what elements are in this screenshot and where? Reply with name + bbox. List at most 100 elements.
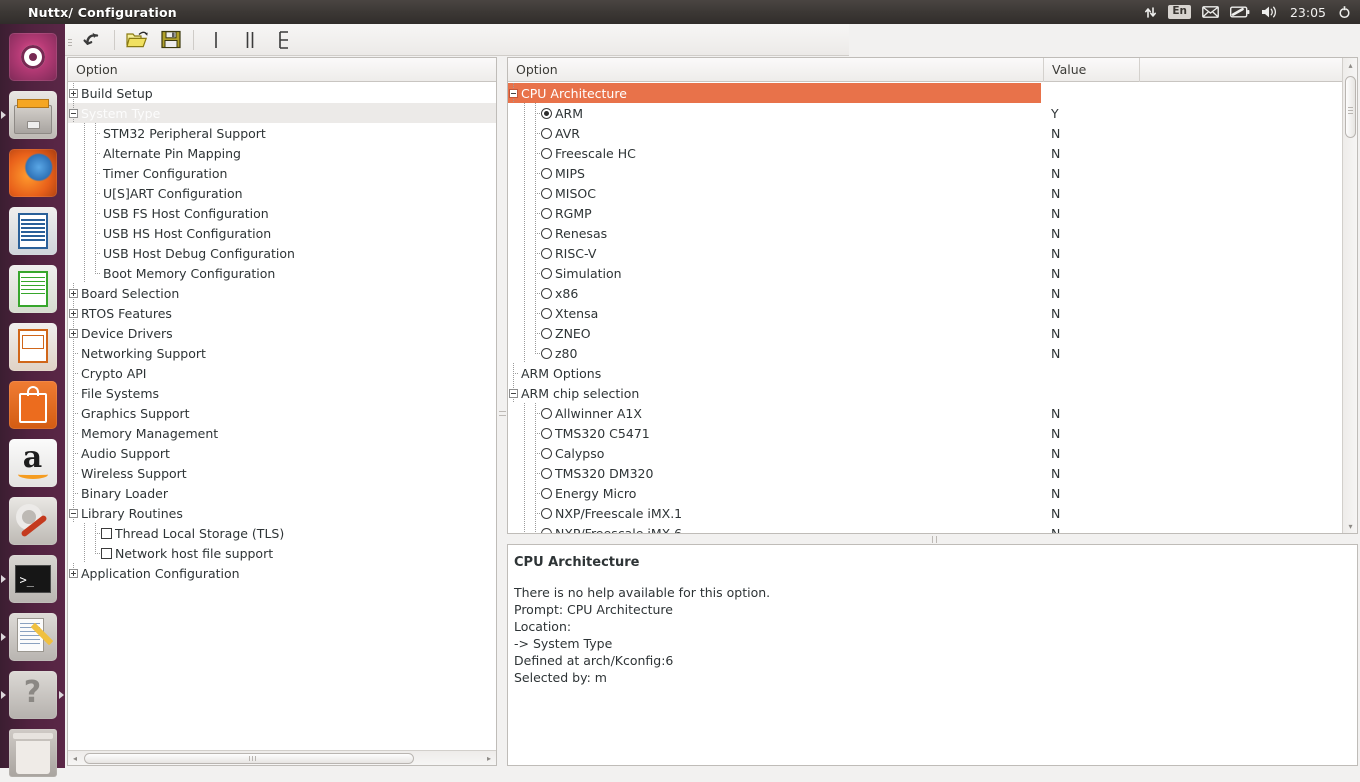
launcher-item-system-settings[interactable]	[0, 492, 65, 550]
tree-row[interactable]: NXP/Freescale iMX 6 N	[508, 523, 1341, 533]
tree-row[interactable]: Audio Support	[68, 443, 496, 463]
scroll-left-arrow[interactable]: ◂	[68, 751, 82, 766]
open-button[interactable]	[120, 26, 154, 54]
expand-icon[interactable]	[69, 308, 78, 318]
left-column-option[interactable]: Option	[68, 58, 496, 82]
launcher-item-libreoffice-writer[interactable]	[0, 202, 65, 260]
scroll-up-arrow[interactable]: ▴	[1343, 58, 1358, 72]
tree-row[interactable]: Memory Management	[68, 423, 496, 443]
tree-row[interactable]: z80 N	[508, 343, 1341, 363]
launcher-item-libreoffice-calc[interactable]	[0, 260, 65, 318]
left-tree[interactable]: Build Setup System Type STM32 Peripheral S…	[68, 83, 496, 750]
tree-row[interactable]: Binary Loader	[68, 483, 496, 503]
radio-button-icon[interactable]	[541, 127, 552, 139]
radio-button-icon[interactable]	[541, 247, 552, 259]
tree-row[interactable]: Application Configuration	[68, 563, 496, 583]
tree-row[interactable]: MIPS N	[508, 163, 1341, 183]
expand-icon[interactable]	[69, 328, 78, 338]
tree-row[interactable]: AVR N	[508, 123, 1341, 143]
tree-row[interactable]: CPU Architecture	[508, 83, 1041, 103]
tree-row[interactable]: STM32 Peripheral Support	[68, 123, 496, 143]
tree-row[interactable]: RGMP N	[508, 203, 1341, 223]
tree-row[interactable]: Library Routines	[68, 503, 496, 523]
left-horizontal-scrollbar[interactable]: ◂ ▸	[68, 750, 496, 765]
tree-row[interactable]: Alternate Pin Mapping	[68, 143, 496, 163]
right-column-option[interactable]: Option	[508, 57, 1044, 82]
clock[interactable]: 23:05	[1290, 0, 1326, 24]
radio-button-icon[interactable]	[541, 327, 552, 339]
tree-row[interactable]: TMS320 C5471 N	[508, 423, 1341, 443]
envelope-icon[interactable]	[1202, 0, 1219, 24]
radio-button-icon[interactable]	[541, 307, 552, 319]
radio-button-icon[interactable]	[541, 427, 552, 439]
right-tree[interactable]: CPU Architecture ARM Y AVR N Freescale HC N MIP…	[508, 83, 1341, 533]
radio-button-icon[interactable]	[541, 107, 552, 119]
tree-row[interactable]: Thread Local Storage (TLS)	[68, 523, 496, 543]
gear-power-icon[interactable]	[1337, 0, 1352, 24]
tree-row[interactable]: RTOS Features	[68, 303, 496, 323]
tree-row[interactable]: Renesas N	[508, 223, 1341, 243]
tree-row[interactable]: Allwinner A1X N	[508, 403, 1341, 423]
launcher-item-ubuntu-dash[interactable]	[0, 28, 65, 86]
tree-row[interactable]: Crypto API	[68, 363, 496, 383]
tree-row[interactable]: Boot Memory Configuration	[68, 263, 496, 283]
tree-row[interactable]: Build Setup	[68, 83, 496, 103]
full-view-button[interactable]	[267, 26, 301, 54]
launcher-item-text-editor[interactable]	[0, 608, 65, 666]
volume-icon[interactable]	[1261, 0, 1279, 24]
tree-row[interactable]: Graphics Support	[68, 403, 496, 423]
tree-row[interactable]: Wireless Support	[68, 463, 496, 483]
vertical-scroll-thumb[interactable]	[1345, 76, 1356, 138]
tree-row[interactable]: USB FS Host Configuration	[68, 203, 496, 223]
tree-row[interactable]: USB Host Debug Configuration	[68, 243, 496, 263]
tree-row[interactable]: NXP/Freescale iMX.1 N	[508, 503, 1341, 523]
launcher-item-terminal[interactable]: >_	[0, 550, 65, 608]
radio-button-icon[interactable]	[541, 467, 552, 479]
tree-row[interactable]: Energy Micro N	[508, 483, 1341, 503]
scroll-right-arrow[interactable]: ▸	[482, 751, 496, 766]
tree-row[interactable]: Calypso N	[508, 443, 1341, 463]
launcher-item-files[interactable]	[0, 86, 65, 144]
radio-button-icon[interactable]	[541, 287, 552, 299]
launcher-item-help[interactable]: ?	[0, 666, 65, 724]
tree-row[interactable]: Device Drivers	[68, 323, 496, 343]
collapse-icon[interactable]	[509, 388, 518, 398]
right-vertical-scrollbar[interactable]: ▴ ▾	[1342, 58, 1357, 533]
launcher-item-amazon[interactable]: a	[0, 434, 65, 492]
toolbar-grip[interactable]	[65, 24, 75, 56]
tree-row[interactable]: ARM Options	[508, 363, 1341, 383]
tree-row[interactable]: U[S]ART Configuration	[68, 183, 496, 203]
launcher-item-libreoffice-impress[interactable]	[0, 318, 65, 376]
collapse-icon[interactable]	[69, 508, 78, 518]
radio-button-icon[interactable]	[541, 347, 552, 359]
expand-icon[interactable]	[69, 288, 78, 298]
scroll-down-arrow[interactable]: ▾	[1343, 519, 1358, 533]
expand-icon[interactable]	[69, 568, 78, 578]
collapse-icon[interactable]	[69, 108, 78, 118]
radio-button-icon[interactable]	[541, 207, 552, 219]
radio-button-icon[interactable]	[541, 167, 552, 179]
save-button[interactable]	[154, 26, 188, 54]
launcher-item-trash[interactable]	[0, 724, 65, 782]
expand-icon[interactable]	[69, 88, 78, 98]
radio-button-icon[interactable]	[541, 487, 552, 499]
radio-button-icon[interactable]	[541, 407, 552, 419]
tree-row[interactable]: Freescale HC N	[508, 143, 1341, 163]
tree-row[interactable]: Board Selection	[68, 283, 496, 303]
split-view-button[interactable]	[233, 26, 267, 54]
tree-row[interactable]: ARM chip selection	[508, 383, 1341, 403]
tree-row[interactable]: Network host file support	[68, 543, 496, 563]
tree-row[interactable]: Timer Configuration	[68, 163, 496, 183]
battery-icon[interactable]	[1229, 0, 1250, 24]
tree-row[interactable]: File Systems	[68, 383, 496, 403]
tree-row[interactable]: MISOC N	[508, 183, 1341, 203]
horizontal-scroll-thumb[interactable]	[84, 753, 414, 764]
radio-button-icon[interactable]	[541, 447, 552, 459]
right-column-value[interactable]: Value	[1044, 57, 1140, 82]
radio-button-icon[interactable]	[541, 527, 552, 533]
launcher-item-ubuntu-software[interactable]	[0, 376, 65, 434]
right-column-extra[interactable]	[1140, 58, 1357, 82]
back-button[interactable]	[75, 26, 109, 54]
checkbox-icon[interactable]	[101, 527, 112, 539]
checkbox-icon[interactable]	[101, 547, 112, 559]
